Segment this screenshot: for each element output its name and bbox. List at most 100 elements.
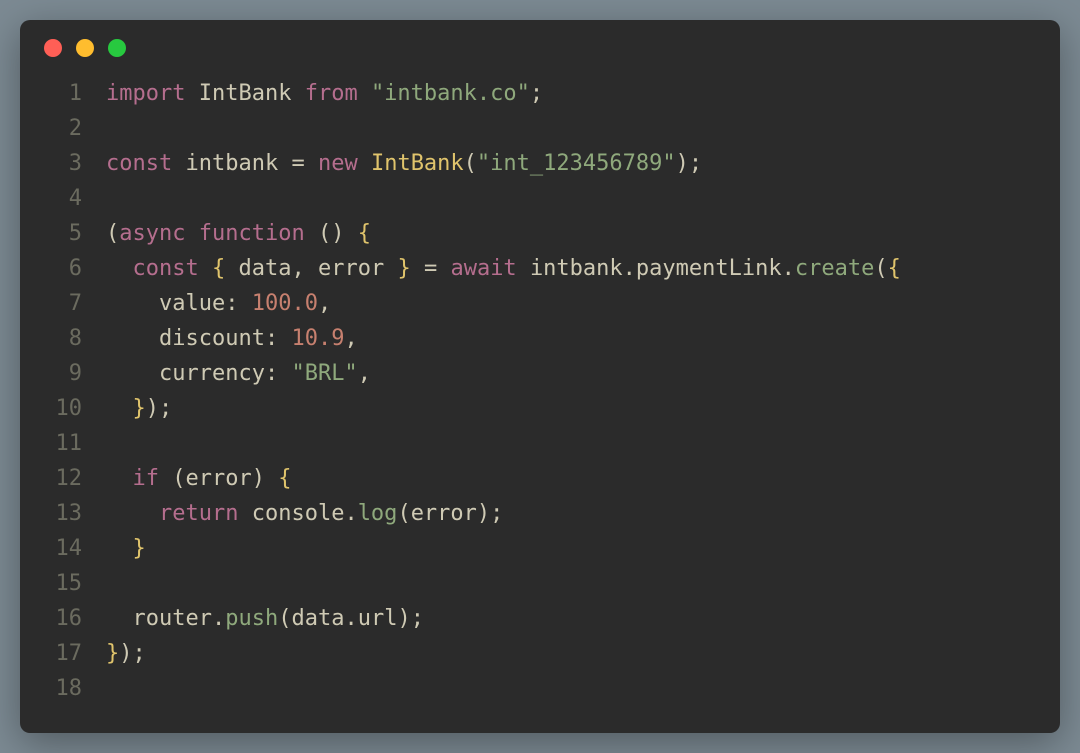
keyword-const: const [133,256,199,281]
line-number: 10 [20,391,106,426]
line-number: 9 [20,356,106,391]
dot: . [212,606,225,631]
minimize-icon[interactable] [76,39,94,57]
line-number: 13 [20,496,106,531]
code-line: 12 if (error) { [20,461,1060,496]
property-key: currency [159,361,265,386]
property-key: discount [159,326,265,351]
comma: , [344,326,357,351]
code-line: 13 return console.log(error); [20,496,1060,531]
method-call: create [795,256,874,281]
identifier: intbank [530,256,623,281]
paren: ( [318,221,331,246]
brace: { [212,256,225,281]
paren: ) [252,466,265,491]
paren: ( [464,151,477,176]
line-number: 16 [20,601,106,636]
class-name: IntBank [371,151,464,176]
line-number: 3 [20,146,106,181]
code-line: 9 currency: "BRL", [20,356,1060,391]
code-line: 4 [20,181,1060,216]
brace: { [278,466,291,491]
line-number: 17 [20,636,106,671]
keyword-from: from [305,81,358,106]
indent [106,256,133,281]
line-number: 5 [20,216,106,251]
code-line: 3 const intbank = new IntBank("int_12345… [20,146,1060,181]
paren: ( [172,466,185,491]
semicolon: ; [411,606,424,631]
brace: } [133,536,146,561]
identifier: IntBank [199,81,292,106]
indent [106,466,133,491]
paren: ) [676,151,689,176]
window-titlebar [20,20,1060,76]
string-literal: "int_123456789" [477,151,676,176]
indent [106,291,159,316]
paren: ) [397,606,410,631]
code-line: 1 import IntBank from "intbank.co"; [20,76,1060,111]
indent [106,396,133,421]
paren: ) [477,501,490,526]
indent [106,326,159,351]
number-literal: 10.9 [291,326,344,351]
code-editor[interactable]: 1 import IntBank from "intbank.co"; 2 3 … [20,76,1060,706]
paren: ( [874,256,887,281]
dot: . [782,256,795,281]
operator: = [424,256,437,281]
number-literal: 100.0 [252,291,318,316]
code-line: 17 }); [20,636,1060,671]
line-number: 7 [20,286,106,321]
semicolon: ; [133,641,146,666]
code-line: 6 const { data, error } = await intbank.… [20,251,1060,286]
comma: , [291,256,304,281]
identifier: error [318,256,384,281]
identifier: data [291,606,344,631]
identifier: error [411,501,477,526]
code-line: 18 [20,671,1060,706]
zoom-icon[interactable] [108,39,126,57]
line-number: 8 [20,321,106,356]
comma: , [318,291,331,316]
code-line: 5 (async function () { [20,216,1060,251]
code-line: 15 [20,566,1060,601]
semicolon: ; [530,81,543,106]
paren: ) [146,396,159,421]
code-window: 1 import IntBank from "intbank.co"; 2 3 … [20,20,1060,733]
brace: } [106,641,119,666]
identifier: data [238,256,291,281]
property-key: value [159,291,225,316]
line-number: 4 [20,181,106,216]
brace: { [358,221,371,246]
line-number: 11 [20,426,106,461]
line-number: 14 [20,531,106,566]
operator: = [291,151,304,176]
code-line: 16 router.push(data.url); [20,601,1060,636]
brace: { [888,256,901,281]
colon: : [225,291,238,316]
keyword-if: if [133,466,160,491]
identifier: console [252,501,345,526]
semicolon: ; [490,501,503,526]
brace: } [133,396,146,421]
keyword-import: import [106,81,185,106]
line-number: 18 [20,671,106,706]
indent [106,606,133,631]
line-number: 6 [20,251,106,286]
line-number: 2 [20,111,106,146]
code-line: 2 [20,111,1060,146]
code-line: 10 }); [20,391,1060,426]
keyword-await: await [450,256,516,281]
code-line: 7 value: 100.0, [20,286,1060,321]
method-call: log [358,501,398,526]
string-literal: "BRL" [291,361,357,386]
close-icon[interactable] [44,39,62,57]
paren: ( [106,221,119,246]
brace: } [397,256,410,281]
property: url [358,606,398,631]
indent [106,361,159,386]
code-line: 8 discount: 10.9, [20,321,1060,356]
keyword-const: const [106,151,172,176]
paren: ) [119,641,132,666]
paren: ( [278,606,291,631]
